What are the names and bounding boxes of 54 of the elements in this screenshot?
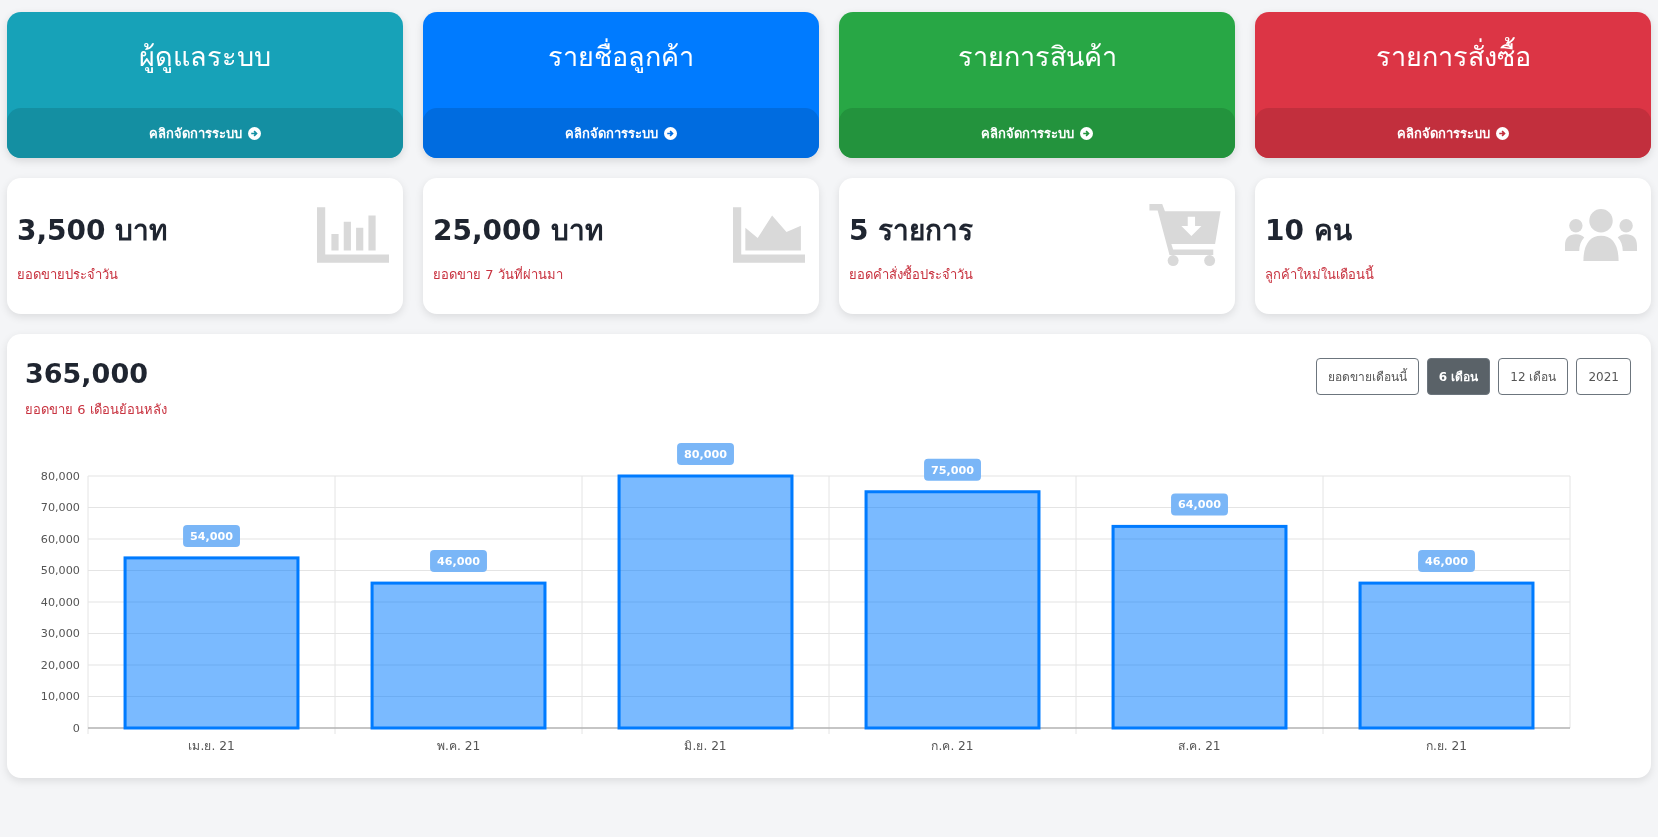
- sales-subtitle: ยอดขาย 6 เดือนย้อนหลัง: [25, 401, 167, 419]
- card-title: รายการสินค้า: [957, 39, 1117, 74]
- y-tick-label: 50,000: [40, 564, 80, 578]
- x-tick-label: ก.ย. 21: [1425, 739, 1468, 753]
- stat-label: ยอดขาย 7 วันที่ผ่านมา: [433, 265, 564, 284]
- y-tick-label: 30,000: [40, 627, 80, 641]
- value-label: 75,000: [924, 458, 981, 481]
- menu-card[interactable]: รายชื่อลูกค้า คลิกจัดการระบบ: [423, 12, 819, 158]
- stat-value: 3,500 บาท: [17, 213, 168, 249]
- y-tick-label: 70,000: [40, 501, 80, 515]
- card-title: ผู้ดูแลระบบ: [139, 39, 271, 75]
- stat-value: 10 คน: [1265, 213, 1353, 249]
- y-tick-label: 80,000: [40, 470, 80, 483]
- menu-card[interactable]: รายการสั่งซื้อ คลิกจัดการระบบ: [1255, 12, 1651, 158]
- card-title: รายชื่อลูกค้า: [548, 37, 694, 75]
- x-tick-label: ก.ค. 21: [931, 739, 974, 753]
- range-button[interactable]: 6 เดือน: [1426, 358, 1491, 395]
- stat-label: ยอดขายประจำวัน: [17, 266, 119, 284]
- arrow-circle-icon: [1080, 126, 1093, 140]
- value-label: 54,000: [183, 524, 240, 547]
- range-button[interactable]: 2021: [1576, 358, 1631, 395]
- stat-label: ลูกค้าใหม่ในเดือนนี้: [1265, 264, 1374, 285]
- x-tick-label: พ.ค. 21: [436, 739, 481, 753]
- area-chart-icon: [733, 204, 805, 266]
- menu-card[interactable]: รายการสินค้า คลิกจัดการระบบ: [839, 12, 1235, 158]
- x-tick-label: เม.ย. 21: [188, 739, 235, 753]
- menu-card[interactable]: ผู้ดูแลระบบ คลิกจัดการระบบ: [7, 12, 403, 158]
- arrow-circle-icon: [664, 126, 677, 140]
- value-label: 46,000: [1418, 550, 1475, 573]
- range-button[interactable]: ยอดขายเดือนนี้: [1315, 358, 1419, 395]
- sales-total: 365,000: [25, 358, 149, 389]
- x-tick-label: ส.ค. 21: [1178, 739, 1221, 753]
- bar-chart-icon: [317, 204, 389, 266]
- arrow-circle-icon: [248, 126, 261, 140]
- manage-link[interactable]: คลิกจัดการระบบ: [7, 108, 403, 158]
- value-label: 64,000: [1171, 493, 1228, 516]
- x-tick-label: มิ.ย. 21: [684, 739, 727, 753]
- stat-label: ยอดคำสั่งซื้อประจำวัน: [849, 264, 974, 284]
- card-title: รายการสั่งซื้อ: [1375, 34, 1531, 86]
- y-tick-label: 60,000: [40, 533, 80, 546]
- range-button[interactable]: 12 เดือน: [1498, 358, 1569, 395]
- manage-link[interactable]: คลิกจัดการระบบ: [423, 108, 819, 158]
- arrow-circle-icon: [1496, 126, 1509, 140]
- value-label: 46,000: [430, 550, 487, 573]
- cart-icon: [1149, 204, 1221, 266]
- stat-value: 25,000 บาท: [433, 213, 603, 249]
- y-tick-label: 20,000: [40, 659, 80, 672]
- stat-value: 5 รายการ: [849, 213, 974, 249]
- manage-link[interactable]: คลิกจัดการระบบ: [839, 108, 1235, 158]
- manage-link[interactable]: คลิกจัดการระบบ: [1255, 108, 1651, 158]
- y-tick-label: 40,000: [40, 596, 80, 609]
- y-tick-label: 10,000: [40, 690, 80, 704]
- value-label: 80,000: [677, 443, 734, 465]
- y-tick-label: 0: [72, 722, 80, 735]
